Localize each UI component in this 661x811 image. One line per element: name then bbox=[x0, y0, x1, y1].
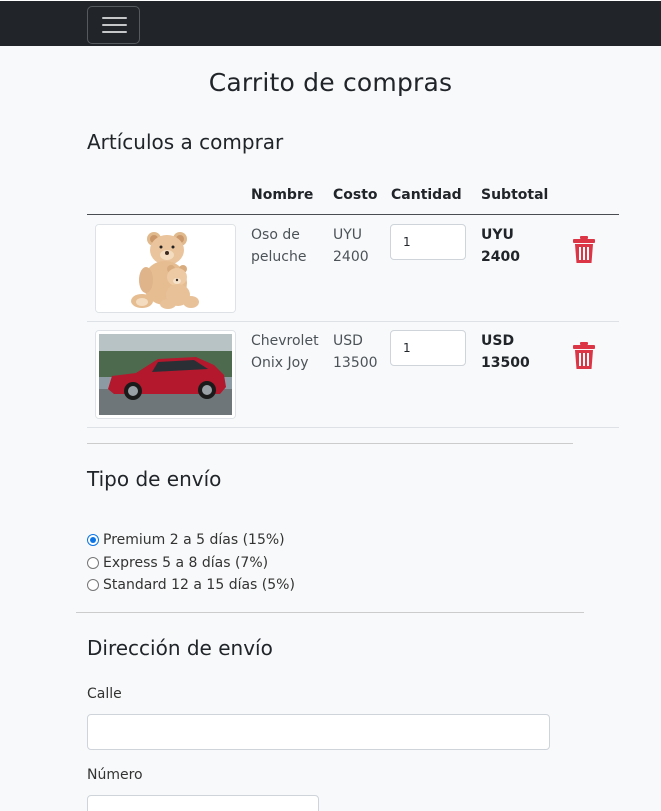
navbar bbox=[0, 0, 661, 46]
item-name-2: Chevrolet Onix Joy bbox=[251, 333, 319, 371]
number-label: Número bbox=[87, 767, 143, 783]
item-subtotal-1: UYU 2400 bbox=[481, 227, 520, 265]
row-divider bbox=[87, 321, 619, 322]
row-divider bbox=[87, 427, 619, 428]
item-cost-1: UYU 2400 bbox=[333, 227, 369, 265]
item-name-1: Oso de peluche bbox=[251, 227, 307, 265]
street-label: Calle bbox=[87, 686, 122, 702]
shipping-heading: Tipo de envío bbox=[87, 467, 222, 491]
radio-button[interactable] bbox=[87, 534, 99, 546]
delete-item-button-1[interactable] bbox=[572, 236, 596, 266]
radio-button[interactable] bbox=[87, 579, 99, 591]
column-header-subtotal: Subtotal bbox=[481, 187, 549, 203]
product-image-car bbox=[95, 330, 236, 419]
shipping-option-standard[interactable]: Standard 12 a 15 días (5%) bbox=[87, 575, 295, 595]
street-input[interactable] bbox=[87, 714, 550, 750]
quantity-input-1[interactable] bbox=[390, 224, 466, 260]
trash-icon bbox=[573, 342, 595, 369]
page-title: Carrito de compras bbox=[208, 68, 453, 97]
shipping-option-express[interactable]: Express 5 a 8 días (7%) bbox=[87, 553, 268, 573]
quantity-input-2[interactable] bbox=[390, 330, 466, 366]
column-header-cost: Costo bbox=[333, 187, 378, 203]
radio-button[interactable] bbox=[87, 557, 99, 569]
address-heading: Dirección de envío bbox=[87, 636, 273, 660]
column-header-name: Nombre bbox=[251, 187, 314, 203]
hamburger-icon bbox=[102, 17, 127, 19]
item-subtotal-2: USD 13500 bbox=[481, 333, 530, 371]
cart-heading: Artículos a comprar bbox=[87, 130, 284, 154]
trash-icon bbox=[573, 236, 595, 263]
product-image-teddy-bear bbox=[95, 224, 236, 313]
section-divider bbox=[76, 612, 584, 613]
number-input[interactable] bbox=[87, 795, 319, 811]
section-divider bbox=[87, 443, 573, 444]
table-header-rule bbox=[87, 214, 619, 215]
shipping-option-premium[interactable]: Premium 2 a 5 días (15%) bbox=[87, 530, 285, 550]
teddy-bear-image bbox=[96, 225, 235, 312]
column-header-quantity: Cantidad bbox=[391, 187, 462, 203]
delete-item-button-2[interactable] bbox=[572, 342, 596, 372]
red-car-image bbox=[96, 331, 235, 418]
menu-toggle-button[interactable] bbox=[87, 6, 140, 44]
item-cost-2: USD 13500 bbox=[333, 333, 378, 371]
